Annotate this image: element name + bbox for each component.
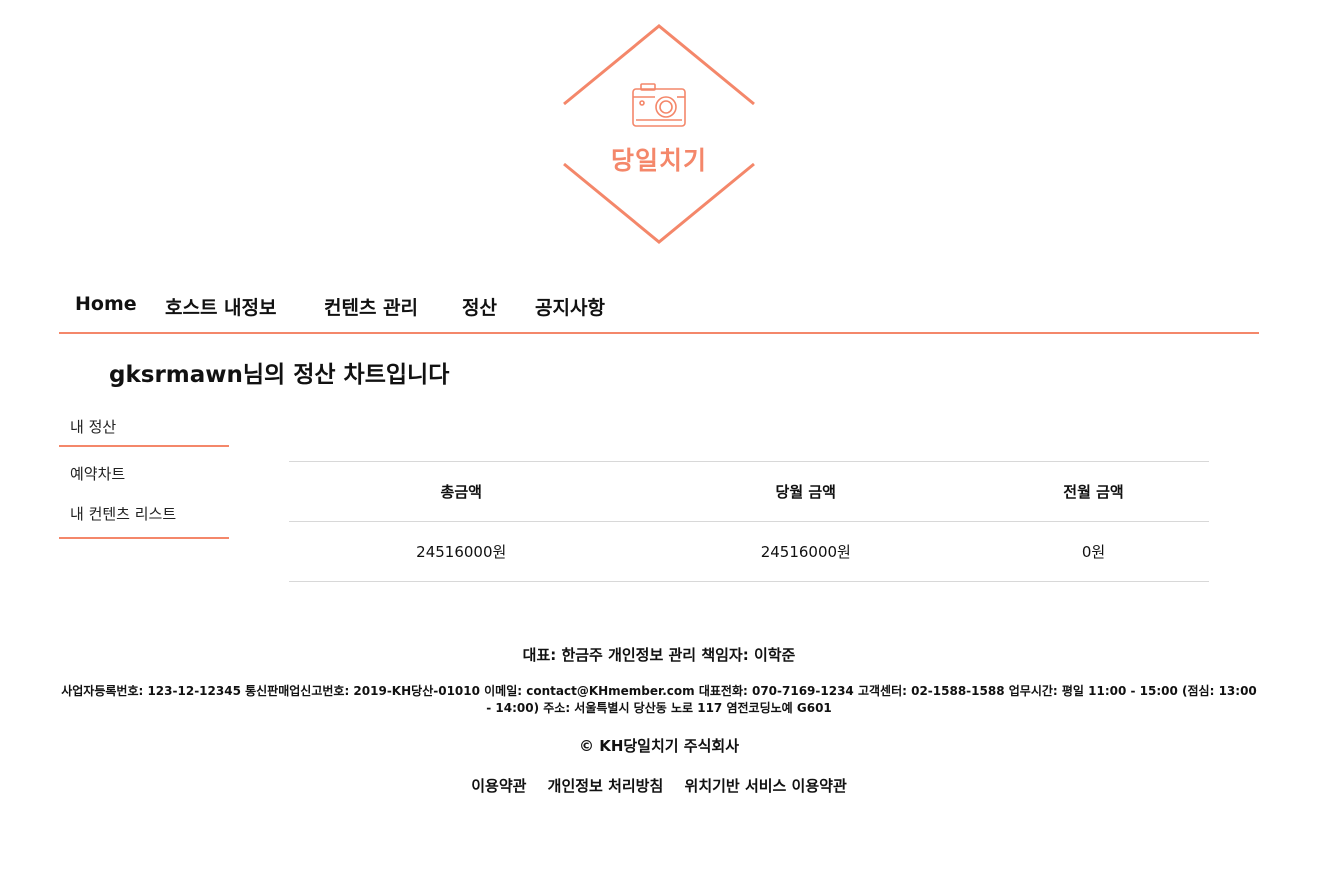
- current-month-amount-value: 24516000원: [633, 521, 979, 582]
- main-nav: Home 호스트 내정보 컨텐츠 관리 정산 공지사항: [59, 288, 1259, 334]
- side-item-reservation-chart[interactable]: 예약차트: [59, 464, 229, 484]
- site-logo[interactable]: 당일치기: [560, 22, 758, 246]
- table-row: 24516000원 24516000원 0원: [289, 521, 1209, 582]
- camera-icon: [632, 83, 686, 127]
- footer-link-privacy-policy[interactable]: 개인정보 처리방침: [548, 777, 664, 795]
- footer-link-terms[interactable]: 이용약관: [471, 777, 526, 795]
- nav-content-management[interactable]: 컨텐츠 관리: [324, 293, 418, 320]
- table-header-row: 총금액 당월 금액 전월 금액: [289, 461, 1209, 522]
- previous-month-amount-value: 0원: [978, 521, 1209, 582]
- nav-host-profile[interactable]: 호스트 내정보: [165, 293, 277, 320]
- total-amount-value: 24516000원: [289, 521, 634, 582]
- logo-diamond-graphic: [563, 24, 755, 244]
- header-previous-month-amount: 전월 금액: [978, 461, 1209, 522]
- nav-settlement[interactable]: 정산: [462, 293, 497, 320]
- footer: 대표: 한금주 개인정보 관리 책임자: 이학준 사업자등록번호: 123-12…: [59, 640, 1259, 796]
- header-current-month-amount: 당월 금액: [633, 461, 979, 522]
- nav-notices[interactable]: 공지사항: [535, 293, 605, 320]
- footer-link-location-terms[interactable]: 위치기반 서비스 이용약관: [685, 777, 847, 795]
- page-title: gksrmawn님의 정산 차트입니다: [109, 362, 450, 388]
- footer-copyright: © KH당일치기 주식회사: [578, 737, 740, 755]
- footer-links: 이용약관 개인정보 처리방침 위치기반 서비스 이용약관: [59, 776, 1259, 796]
- side-menu-group-charts: 예약차트 내 컨텐츠 리스트: [59, 447, 229, 539]
- settlement-summary-table: 총금액 당월 금액 전월 금액 24516000원 24516000원 0원: [289, 461, 1209, 582]
- logo-text: 당일치기: [610, 146, 707, 175]
- header-total-amount: 총금액: [289, 461, 634, 522]
- side-item-my-content-list[interactable]: 내 컨텐츠 리스트: [59, 504, 229, 524]
- footer-representative: 대표: 한금주 개인정보 관리 책임자: 이학준: [522, 646, 796, 664]
- footer-business-info: 사업자등록번호: 123-12-12345 통신판매업신고번호: 2019-KH…: [61, 684, 1257, 715]
- side-menu: 내 정산 예약차트 내 컨텐츠 리스트: [59, 410, 229, 539]
- side-menu-group-settlement: 내 정산: [59, 410, 229, 447]
- nav-home[interactable]: Home: [75, 293, 137, 315]
- side-item-my-settlement[interactable]: 내 정산: [59, 410, 229, 437]
